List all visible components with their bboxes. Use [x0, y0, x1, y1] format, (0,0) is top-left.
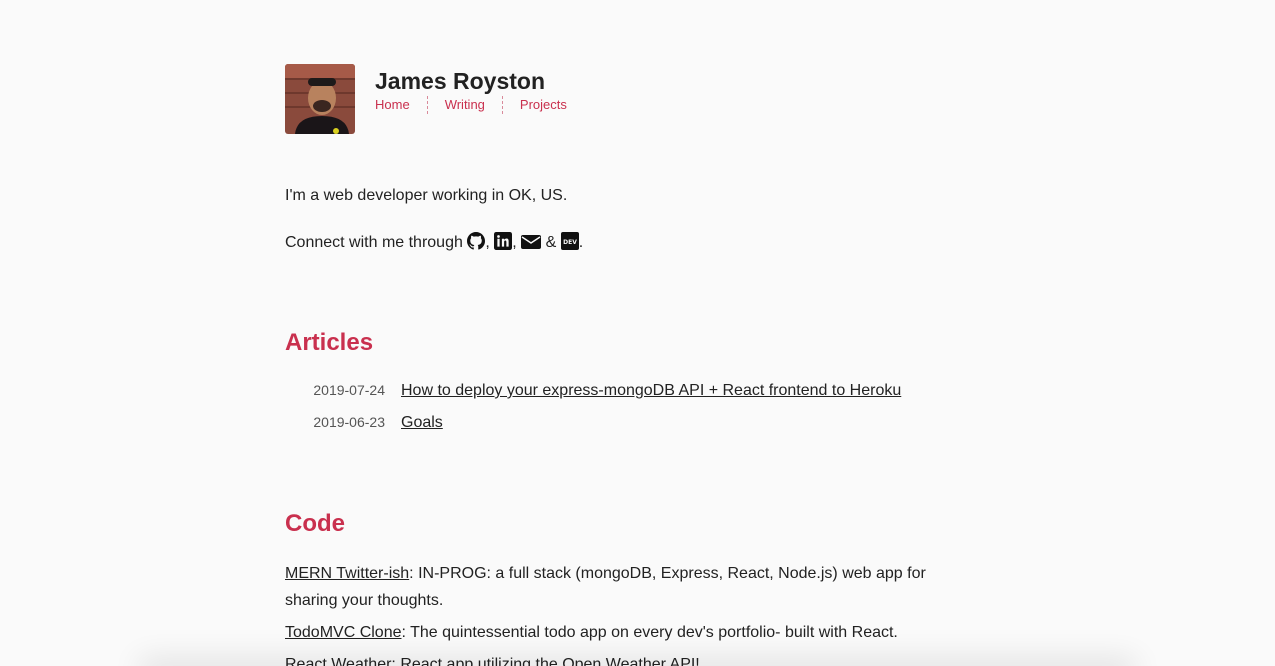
site-nav: Home Writing Projects — [375, 96, 584, 114]
articles-list: 2019-07-24 How to deploy your express-mo… — [285, 382, 985, 446]
project-link[interactable]: MERN Twitter-ish — [285, 565, 409, 582]
avatar-photo — [285, 64, 355, 134]
dev-icon[interactable]: DEV — [560, 232, 579, 257]
article-date: 2019-06-23 — [313, 414, 385, 430]
project-description: : React app utilizing the Open Weather A… — [391, 656, 700, 666]
nav-writing-link[interactable]: Writing — [426, 96, 502, 114]
page: James Royston Home Writing Projects I'm … — [0, 0, 1275, 666]
project-item: React Weather: React app utilizing the O… — [285, 651, 965, 666]
site-header: James Royston Home Writing Projects — [285, 64, 584, 134]
article-item: 2019-07-24 How to deploy your express-mo… — [285, 382, 985, 414]
separator-comma: , — [485, 234, 490, 251]
header-text: James Royston Home Writing Projects — [375, 68, 584, 114]
article-item: 2019-06-23 Goals — [285, 414, 985, 446]
article-link[interactable]: How to deploy your express-mongoDB API +… — [401, 382, 901, 400]
code-list: MERN Twitter-ish: IN-PROG: a full stack … — [285, 560, 965, 666]
separator-comma: , — [512, 234, 517, 251]
nav-home-link[interactable]: Home — [375, 96, 427, 114]
nav-projects-link[interactable]: Projects — [501, 96, 584, 114]
avatar[interactable] — [285, 64, 355, 134]
intro: I'm a web developer working in OK, US. C… — [285, 185, 583, 257]
project-description: : The quintessential todo app on every d… — [401, 624, 898, 641]
github-icon[interactable] — [467, 232, 486, 257]
project-link[interactable]: React Weather — [285, 656, 391, 666]
linkedin-icon[interactable] — [494, 232, 513, 257]
project-link[interactable]: TodoMVC Clone — [285, 624, 402, 641]
project-item: TodoMVC Clone: The quintessential todo a… — [285, 619, 965, 646]
svg-text:DEV: DEV — [563, 239, 577, 246]
connect-prefix: Connect with me through — [285, 234, 463, 251]
end-period: . — [578, 234, 584, 251]
article-date: 2019-07-24 — [313, 382, 385, 398]
code-heading: Code — [285, 510, 345, 537]
article-link[interactable]: Goals — [401, 414, 443, 432]
site-title[interactable]: James Royston — [375, 68, 584, 94]
bio-text: I'm a web developer working in OK, US. — [285, 187, 568, 204]
connect-line: Connect with me through , , & DEV . — [285, 232, 583, 257]
project-item: MERN Twitter-ish: IN-PROG: a full stack … — [285, 560, 965, 614]
articles-heading: Articles — [285, 329, 374, 356]
email-icon[interactable] — [521, 234, 542, 257]
separator-ampersand: & — [545, 234, 557, 251]
